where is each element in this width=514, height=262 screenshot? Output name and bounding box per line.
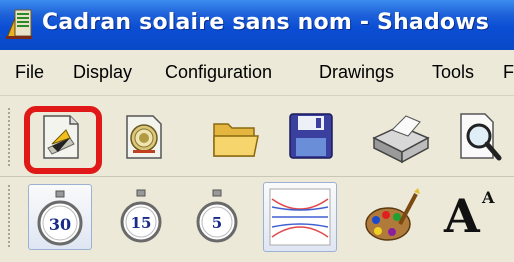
font-superscript-letter: A: [482, 188, 495, 207]
print-button[interactable]: [368, 108, 430, 166]
toolbar-grip[interactable]: [8, 185, 13, 247]
save-floppy-icon: [289, 113, 333, 159]
title-bar[interactable]: Cadran solaire sans nom - Shadows: [0, 0, 514, 50]
menu-tools[interactable]: Tools: [432, 62, 474, 83]
stopwatch-label: 30: [49, 215, 71, 234]
save-button[interactable]: [286, 108, 338, 166]
menu-display[interactable]: Display: [73, 62, 132, 83]
stopwatch-30-button[interactable]: 30: [28, 184, 92, 250]
text-font-button[interactable]: A A: [438, 184, 500, 248]
stopwatch-5-button[interactable]: 5: [186, 184, 248, 248]
open-button[interactable]: [210, 108, 262, 166]
dial-document-icon: [126, 115, 162, 159]
hour-lines-icon: [269, 188, 331, 246]
hour-lines-button[interactable]: [263, 182, 337, 252]
menu-bar: File Display Configuration Drawings Tool…: [0, 50, 514, 96]
toolbar-grip[interactable]: [8, 108, 13, 166]
dial-document-button[interactable]: [119, 108, 171, 166]
app-window: Cadran solaire sans nom - Shadows File D…: [0, 0, 514, 262]
app-icon: [6, 9, 32, 39]
window-title: Cadran solaire sans nom - Shadows: [42, 10, 490, 35]
menu-drawings[interactable]: Drawings: [319, 62, 394, 83]
open-folder-icon: [213, 123, 259, 157]
paint-palette-icon: [365, 188, 420, 241]
menu-file[interactable]: File: [15, 62, 44, 83]
menu-configuration[interactable]: Configuration: [165, 62, 272, 83]
printer-icon: [372, 115, 430, 164]
stopwatch-icon: 5: [196, 189, 238, 243]
colors-button[interactable]: [360, 184, 422, 248]
stopwatch-15-button[interactable]: 15: [110, 184, 172, 248]
highlight-frame: [24, 106, 102, 174]
font-large-letter: A: [444, 189, 480, 243]
drawing-toolbar: 30 15 5 A A: [0, 177, 514, 262]
print-preview-button[interactable]: [455, 108, 507, 166]
stopwatch-label: 15: [131, 214, 152, 232]
menu-f[interactable]: F: [503, 62, 514, 83]
print-preview-icon: [460, 113, 502, 161]
stopwatch-icon: 30: [37, 190, 83, 246]
stopwatch-icon: 15: [120, 189, 162, 243]
stopwatch-label: 5: [212, 214, 222, 232]
